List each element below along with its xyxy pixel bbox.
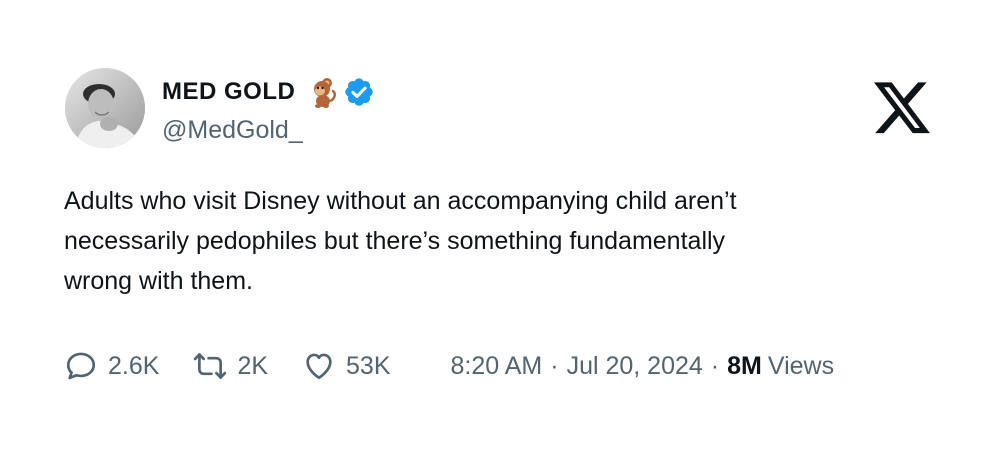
author-handle[interactable]: @MedGold_ bbox=[162, 116, 303, 145]
like-button[interactable]: 53K bbox=[302, 349, 391, 383]
tweet-date[interactable]: Jul 20, 2024 bbox=[567, 352, 703, 381]
repost-count: 2K bbox=[237, 351, 269, 380]
reply-count: 2.6K bbox=[108, 351, 160, 380]
tweet-card: MED GOLD @MedGold_ Adults who visit Disn… bbox=[0, 0, 996, 450]
monkey-emoji-icon bbox=[305, 75, 339, 109]
avatar[interactable] bbox=[65, 68, 145, 148]
views-count: 8M bbox=[727, 351, 762, 380]
display-name[interactable]: MED GOLD bbox=[162, 78, 295, 106]
tweet-text-line: necessarily pedophiles but there’s somet… bbox=[64, 227, 726, 255]
x-logo-icon[interactable] bbox=[874, 82, 932, 136]
reply-icon bbox=[66, 352, 96, 380]
tweet-text-line: wrong with them. bbox=[64, 267, 253, 295]
author-name-row: MED GOLD bbox=[162, 74, 375, 110]
reply-button[interactable]: 2.6K bbox=[64, 349, 159, 383]
tweet-text: Adults who visit Disney without an accom… bbox=[64, 181, 924, 301]
meta-separator: · bbox=[710, 351, 720, 380]
heart-icon bbox=[306, 353, 332, 380]
meta-separator: · bbox=[550, 351, 559, 380]
like-count: 53K bbox=[346, 351, 391, 380]
avatar-photo-icon bbox=[65, 68, 145, 148]
tweet-time[interactable]: 8:20 AM bbox=[451, 352, 543, 381]
repost-icon bbox=[194, 353, 227, 379]
tweet-footer: 2.6K 2K 53K 8:20 AM · Jul 20, 2024 · 8M … bbox=[64, 346, 834, 386]
repost-button[interactable]: 2K bbox=[193, 349, 268, 383]
tweet-meta: 8:20 AM · Jul 20, 2024 · 8M Views bbox=[451, 352, 835, 381]
tweet-text-line: Adults who visit Disney without an accom… bbox=[64, 187, 737, 215]
verified-badge-icon bbox=[343, 76, 375, 108]
views-label: Views bbox=[767, 351, 835, 380]
